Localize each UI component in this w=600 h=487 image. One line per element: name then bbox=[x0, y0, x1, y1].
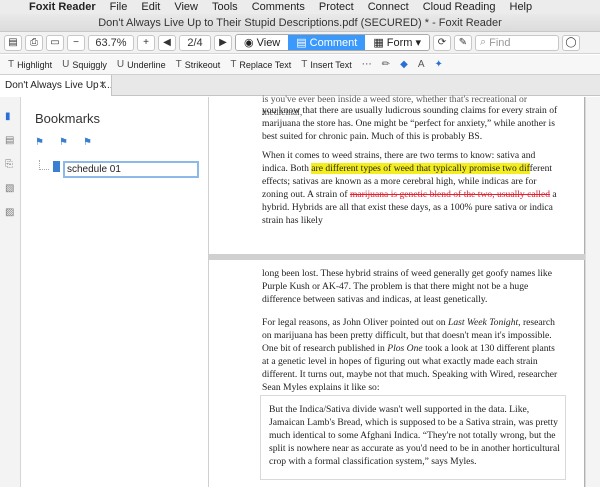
eye-icon: ◉ bbox=[244, 37, 254, 49]
pdf-page: long been lost. These hybrid strains of … bbox=[209, 260, 585, 487]
tree-connector bbox=[39, 160, 49, 170]
document-view: is you've ever been inside a weed store,… bbox=[209, 94, 600, 487]
replace-text-tool[interactable]: T Replace Text bbox=[230, 59, 291, 70]
pages-panel-icon[interactable]: ▤ bbox=[5, 135, 16, 146]
pencil-icon[interactable]: ✏ bbox=[382, 59, 390, 70]
paragraph: long been lost. These hybrid strains of … bbox=[262, 268, 552, 305]
close-tab-icon[interactable]: ✕ bbox=[99, 75, 107, 96]
comment-mode-button[interactable]: ▤ Comment bbox=[288, 35, 366, 50]
menu-cloud-reading[interactable]: Cloud Reading bbox=[416, 1, 503, 13]
user-account-icon[interactable]: ◯ bbox=[561, 34, 580, 51]
vertical-scrollbar[interactable] bbox=[585, 97, 600, 487]
bookmark-name-input[interactable]: schedule 01 bbox=[63, 161, 199, 178]
squiggly-tool[interactable]: U Squiggly bbox=[62, 59, 107, 70]
chevron-down-icon: ▾ bbox=[415, 37, 421, 49]
quote-text: But the Indica/Sativa divide wasn't well… bbox=[269, 404, 560, 467]
comment-toolbar: T Highlight U Squiggly U Underline T Strikeo… bbox=[0, 55, 600, 75]
strikeout-icon: T bbox=[175, 59, 182, 70]
underline-icon: U bbox=[116, 59, 125, 70]
zoom-in-icon[interactable]: + bbox=[137, 34, 155, 51]
paragraph: For legal reasons, as John Oliver pointe… bbox=[262, 317, 558, 393]
block-quote: But the Indica/Sativa divide wasn't well… bbox=[260, 395, 566, 480]
menu-edit[interactable]: Edit bbox=[134, 1, 167, 13]
highlight-icon: T bbox=[8, 59, 15, 70]
pin-icon[interactable]: ✦ bbox=[435, 59, 443, 70]
view-mode-button[interactable]: ◉ View bbox=[236, 35, 289, 50]
zoom-out-icon[interactable]: − bbox=[67, 34, 85, 51]
squiggly-icon: U bbox=[62, 59, 70, 70]
attachments-panel-icon[interactable]: ⎘ bbox=[5, 159, 16, 170]
menu-view[interactable]: View bbox=[167, 1, 205, 13]
layers-panel-icon[interactable]: ▧ bbox=[5, 183, 16, 194]
new-bookmark-icon[interactable]: ⚑ bbox=[35, 137, 47, 149]
rotate-icon[interactable]: ⟳ bbox=[432, 34, 451, 51]
print-icon[interactable]: ⎙ bbox=[25, 34, 43, 51]
replace-text-icon: T bbox=[230, 59, 237, 70]
paragraph: When it comes to weed strains, there are… bbox=[262, 150, 557, 226]
comment-icon: ▤ bbox=[296, 37, 307, 49]
underline-tool[interactable]: U Underline bbox=[117, 59, 166, 70]
more-icon[interactable]: ⋯ bbox=[362, 59, 372, 70]
bookmarks-panel-icon[interactable]: ▮ bbox=[5, 111, 16, 122]
form-mode-button[interactable]: ▦ Form ▾ bbox=[365, 35, 429, 50]
document-tab[interactable]: Don't Always Live Up t... ✕ bbox=[0, 75, 112, 96]
menu-comments[interactable]: Comments bbox=[245, 1, 312, 13]
highlighted-text[interactable]: are different types of weed that typical… bbox=[311, 163, 530, 174]
signatures-panel-icon[interactable]: ▨ bbox=[5, 207, 16, 218]
main-toolbar: ▤ ⎙ ▭ − 63.7% + ◀ 2/4 ▶ ◉ View ▤ Comment ▦… bbox=[0, 32, 600, 54]
highlight-tool[interactable]: T Highlight bbox=[8, 59, 52, 70]
search-icon: ⌕ bbox=[479, 36, 487, 48]
insert-text-icon: T bbox=[301, 59, 308, 70]
menu-file[interactable]: File bbox=[103, 1, 135, 13]
menu-help[interactable]: Help bbox=[503, 1, 540, 13]
next-page-icon[interactable]: ▶ bbox=[214, 34, 232, 51]
window-title: Don't Always Live Up to Their Stupid Des… bbox=[0, 14, 600, 32]
edit-pen-icon[interactable]: ✎ bbox=[453, 34, 472, 51]
page-number[interactable]: 2/4 bbox=[179, 34, 211, 51]
zoom-level[interactable]: 63.7% bbox=[88, 34, 134, 51]
delete-bookmark-icon[interactable]: ⚑ bbox=[59, 137, 71, 149]
mode-switch: ◉ View ▤ Comment ▦ Form ▾ bbox=[235, 34, 430, 51]
menu-foxit-reader[interactable]: Foxit Reader bbox=[22, 1, 103, 13]
page-view-icon[interactable]: ▭ bbox=[46, 34, 64, 51]
menu-protect[interactable]: Protect bbox=[312, 1, 361, 13]
menu-tools[interactable]: Tools bbox=[205, 1, 245, 13]
insert-text-tool[interactable]: T Insert Text bbox=[301, 59, 351, 70]
form-icon: ▦ bbox=[373, 37, 384, 49]
fill-color-icon[interactable]: ◆ bbox=[400, 59, 408, 70]
sidebar-toggle-icon[interactable]: ▤ bbox=[4, 34, 22, 51]
find-input[interactable]: ⌕ Find bbox=[474, 34, 559, 51]
menu-connect[interactable]: Connect bbox=[361, 1, 416, 13]
bookmarks-title: Bookmarks bbox=[35, 111, 101, 126]
menubar: Foxit Reader File Edit View Tools Commen… bbox=[0, 0, 600, 14]
strikeout-tool[interactable]: T Strikeout bbox=[176, 59, 221, 70]
strikeout-text[interactable]: marijuana is genetic blend of the two, u… bbox=[350, 189, 550, 200]
paragraph: you know that there are usually ludicrou… bbox=[262, 105, 558, 142]
expand-bookmark-icon[interactable]: ⚑ bbox=[83, 137, 95, 149]
navigation-rail: ▮ ▤ ⎘ ▧ ▨ bbox=[0, 97, 21, 487]
pdf-page: is you've ever been inside a weed store,… bbox=[209, 94, 585, 254]
previous-page-icon[interactable]: ◀ bbox=[158, 34, 176, 51]
bookmark-icon bbox=[53, 161, 60, 172]
font-style-icon[interactable]: A bbox=[418, 59, 425, 70]
bookmarks-pane: Bookmarks ⚑ ⚑ ⚑ schedule 01 bbox=[21, 97, 209, 487]
